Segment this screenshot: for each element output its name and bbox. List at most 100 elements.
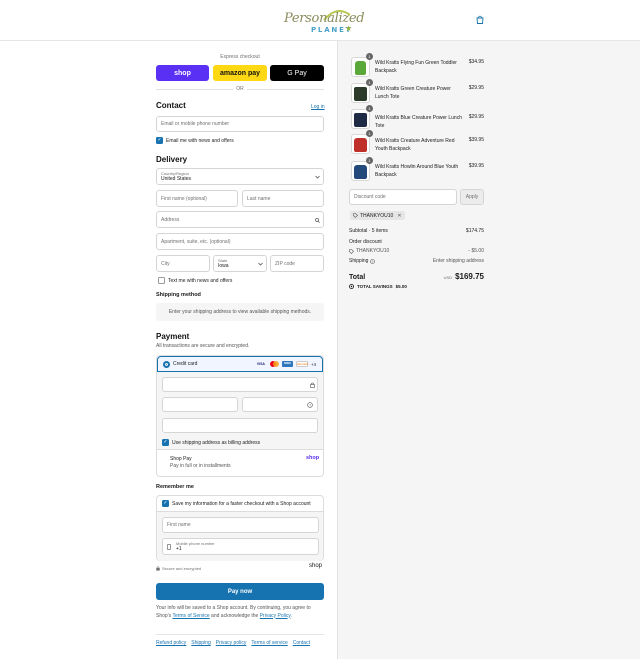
or-label: OR bbox=[233, 86, 247, 92]
subtotal-label: Subtotal · 5 items bbox=[349, 228, 388, 234]
address-field[interactable]: Address bbox=[156, 211, 324, 228]
shop-pay-button[interactable]: shop bbox=[156, 65, 209, 81]
email-news-checkbox[interactable]: ✓ bbox=[156, 137, 163, 144]
product-name: Wild Kratts Howlin Around Blue Youth Bac… bbox=[375, 164, 459, 178]
discount-tag: THANKYOU10 ✕ bbox=[350, 211, 405, 220]
amex-icon: AMEX bbox=[281, 361, 293, 367]
email-field[interactable]: Email or mobile phone number bbox=[156, 116, 324, 132]
login-link[interactable]: Log in bbox=[311, 104, 325, 110]
state-select[interactable]: State Iowa bbox=[213, 255, 267, 272]
credit-card-option[interactable]: Credit card VISA AMEX DISCOVER +4 bbox=[157, 356, 323, 372]
text-news-label: Text me with news and offers bbox=[168, 277, 233, 284]
quantity-badge: 1 bbox=[366, 130, 373, 137]
shop-pay-subtitle: Pay in full or in installments bbox=[170, 463, 231, 469]
security-code-field[interactable]: ? bbox=[242, 397, 318, 412]
product-price: $29.95 bbox=[468, 114, 484, 120]
savings-tag-icon bbox=[349, 284, 354, 289]
backpack-icon bbox=[355, 61, 366, 75]
pay-now-button[interactable]: Pay now bbox=[156, 583, 324, 600]
remember-first-name-placeholder: First name bbox=[167, 522, 191, 528]
order-discount-label: Order discount bbox=[349, 239, 382, 245]
amazon-pay-button[interactable]: amazon pay bbox=[213, 65, 267, 81]
secure-encrypted-label: Secure and encrypted bbox=[162, 566, 202, 571]
google-pay-button[interactable]: G Pay bbox=[270, 65, 324, 81]
terms-of-service-footer-link[interactable]: Terms of service bbox=[251, 640, 287, 646]
shipping-label: Shipping bbox=[349, 258, 369, 264]
quantity-badge: 1 bbox=[366, 79, 373, 86]
card-number-field[interactable] bbox=[162, 377, 318, 392]
phone-icon bbox=[167, 544, 171, 550]
mobile-phone-value: +1 bbox=[176, 546, 182, 552]
shop-pay-option[interactable]: Shop Pay Pay in full or in installments … bbox=[157, 451, 323, 476]
store-logo[interactable]: Personalized PLANET ★ bbox=[284, 7, 365, 37]
search-icon bbox=[315, 218, 320, 223]
card-form: ? ✓ Use shipping address as billing addr… bbox=[157, 372, 323, 450]
disclaimer-middle: and acknowledge the bbox=[209, 612, 260, 619]
refund-policy-link[interactable]: Refund policy bbox=[156, 640, 186, 646]
product-name: Wild Kratts Flying Fun Green Toddler Bac… bbox=[375, 60, 457, 74]
lock-icon bbox=[156, 566, 160, 571]
lunch-tote-icon bbox=[354, 87, 367, 101]
privacy-policy-footer-link[interactable]: Privacy policy bbox=[216, 640, 247, 646]
contact-heading: Contact bbox=[156, 101, 186, 110]
shop-disclaimer: Your info will be saved to a Shop accoun… bbox=[156, 605, 324, 620]
expiry-field[interactable] bbox=[162, 397, 238, 412]
discount-code-field[interactable]: Discount code bbox=[349, 189, 457, 205]
billing-address-checkbox[interactable]: ✓ bbox=[162, 439, 169, 446]
contact-link[interactable]: Contact bbox=[293, 640, 310, 646]
product-image bbox=[351, 161, 370, 181]
total-label: Total bbox=[349, 274, 366, 281]
product-price: $34.95 bbox=[468, 59, 484, 65]
footer-links: Refund policy Shipping Privacy policy Te… bbox=[156, 640, 310, 646]
total-savings-row: TOTAL SAVINGS $5.00 bbox=[349, 284, 407, 289]
apply-discount-button[interactable]: Apply bbox=[460, 189, 484, 205]
backpack-icon bbox=[354, 138, 367, 152]
privacy-policy-link[interactable]: Privacy Policy bbox=[260, 613, 291, 619]
applied-discount-code: THANKYOU10 bbox=[356, 248, 390, 254]
first-name-placeholder: First name (optional) bbox=[161, 195, 207, 202]
chevron-down-icon bbox=[315, 175, 320, 179]
product-name: Wild Kratts Creature Adventure Red Youth… bbox=[375, 138, 455, 152]
subtotal-row: Subtotal · 5 items $174.75 bbox=[349, 228, 484, 234]
backpack-icon bbox=[354, 165, 367, 179]
country-select[interactable]: Country/Region United States bbox=[156, 168, 324, 185]
lock-icon bbox=[310, 382, 315, 388]
product-image bbox=[351, 83, 370, 103]
star-icon: ★ bbox=[345, 24, 353, 33]
city-placeholder: City bbox=[161, 260, 170, 267]
total-value: $169.75 bbox=[455, 272, 484, 281]
total-savings-value: $5.00 bbox=[395, 284, 407, 289]
disclaimer-end: . bbox=[290, 612, 292, 619]
shipping-value: Enter shipping address bbox=[432, 258, 484, 264]
billing-address-label: Use shipping address as billing address bbox=[172, 439, 261, 446]
remember-first-name-field[interactable]: First name bbox=[162, 517, 319, 533]
shop-logo: shop bbox=[309, 563, 323, 569]
tag-icon bbox=[349, 248, 354, 254]
lunch-tote-icon bbox=[354, 113, 367, 127]
delivery-heading: Delivery bbox=[156, 155, 188, 164]
more-cards-count: +4 bbox=[310, 361, 316, 367]
shipping-policy-link[interactable]: Shipping bbox=[191, 640, 210, 646]
email-news-label: Email me with news and offers bbox=[166, 137, 234, 144]
zip-placeholder: ZIP code bbox=[275, 260, 295, 267]
close-icon[interactable]: ✕ bbox=[397, 213, 401, 219]
zip-field[interactable]: ZIP code bbox=[270, 255, 324, 272]
address-placeholder: Address bbox=[161, 216, 180, 223]
discount-tag-code: THANKYOU10 bbox=[360, 212, 394, 219]
mobile-phone-field[interactable]: Mobile phone number +1 bbox=[162, 538, 319, 555]
shop-pay-logo: shop bbox=[306, 455, 320, 461]
name-on-card-field[interactable] bbox=[162, 418, 318, 433]
product-price: $39.95 bbox=[468, 163, 484, 169]
shop-pay-title: Shop Pay bbox=[170, 456, 192, 462]
save-info-checkbox[interactable]: ✓ bbox=[162, 500, 169, 507]
last-name-field[interactable]: Last name bbox=[242, 190, 324, 207]
credit-card-radio[interactable] bbox=[163, 360, 170, 368]
help-circle-icon[interactable]: ? bbox=[370, 258, 376, 264]
apartment-field[interactable]: Apartment, suite, etc. (optional) bbox=[156, 233, 324, 250]
shopping-bag-icon[interactable] bbox=[476, 15, 484, 24]
first-name-field[interactable]: First name (optional) bbox=[156, 190, 238, 207]
city-field[interactable]: City bbox=[156, 255, 210, 272]
text-news-checkbox[interactable] bbox=[158, 277, 165, 284]
discount-code-placeholder: Discount code bbox=[354, 194, 386, 200]
terms-of-service-link[interactable]: Terms of Service bbox=[172, 613, 209, 619]
